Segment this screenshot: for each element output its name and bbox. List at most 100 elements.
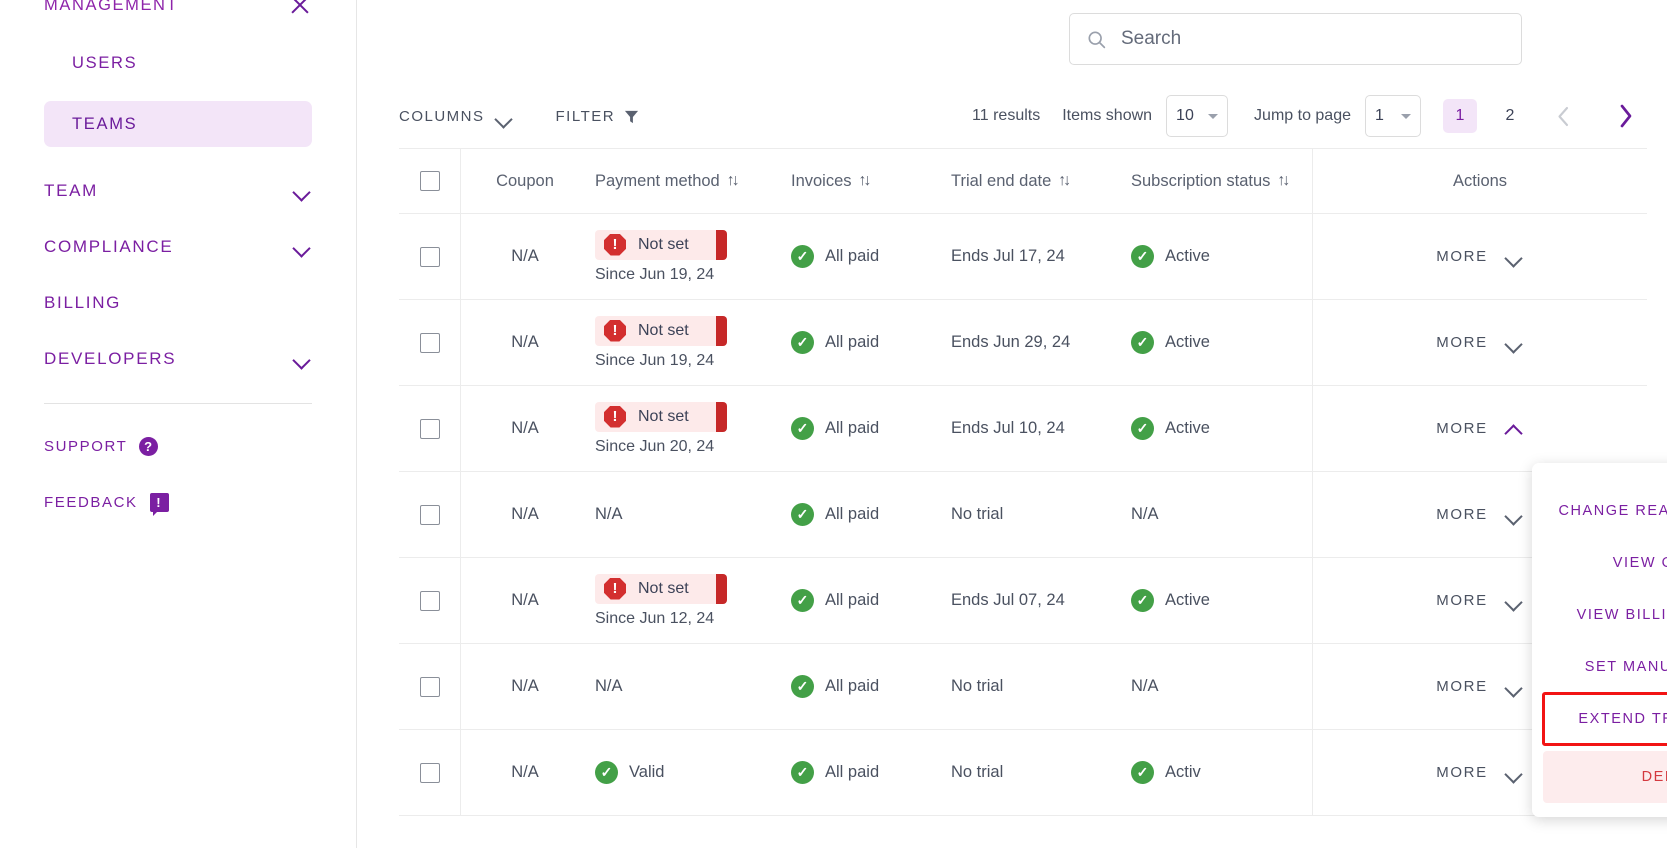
check-icon: ✓ [1131, 589, 1154, 612]
sidebar-item-billing[interactable]: BILLING [44, 275, 312, 331]
more-button[interactable]: MORE [1436, 247, 1523, 267]
invoices-cell: ✓ All paid [785, 386, 945, 471]
search-bar: Search [1069, 13, 1522, 65]
table-row[interactable]: N/A ✓ Valid ✓ All paid No trial ✓ Activ MORE [399, 730, 1647, 816]
sidebar-item-compliance[interactable]: COMPLIANCE [44, 219, 312, 275]
columns-button[interactable]: COLUMNS [399, 108, 514, 125]
sidebar-item-team[interactable]: TEAM [44, 163, 312, 219]
prev-page-button[interactable] [1541, 96, 1585, 136]
payment-method-cell: ! Not set Since Jun 19, 24 [589, 300, 785, 385]
actions-cell[interactable]: MORE [1313, 214, 1647, 299]
invoices-label: All paid [825, 505, 880, 523]
row-select-cell[interactable] [399, 558, 461, 643]
row-select-cell[interactable] [399, 472, 461, 557]
menu-item-set-manual-billing[interactable]: SET MANUAL BILLING [1543, 641, 1667, 693]
row-select-cell[interactable] [399, 644, 461, 729]
more-button[interactable]: MORE [1436, 505, 1523, 525]
search-input[interactable]: Search [1069, 13, 1522, 65]
row-select-cell[interactable] [399, 386, 461, 471]
select-all-checkbox[interactable] [419, 171, 440, 191]
select-all-cell[interactable] [399, 149, 461, 213]
row-select-cell[interactable] [399, 730, 461, 815]
payment-method-cell: ✓ Valid [589, 730, 785, 815]
items-shown-select[interactable]: 10 [1166, 95, 1229, 137]
sidebar: MANAGEMENT USERS TEAMS TEAM COMPLIANCE B… [0, 0, 357, 848]
table-row[interactable]: N/A! Not set Since Jun 19, 24 ✓ All paid Ends… [399, 214, 1647, 300]
invoices-label: All paid [825, 333, 880, 351]
table-row[interactable]: N/A! Not set Since Jun 12, 24 ✓ All paid Ends… [399, 558, 1647, 644]
row-checkbox[interactable] [419, 332, 440, 353]
actions-cell[interactable]: MORE [1313, 300, 1647, 385]
invoices-label: All paid [825, 677, 880, 695]
table-row[interactable]: N/A N/A ✓ All paid No trial N/A MORE [399, 644, 1647, 730]
chevron-down-icon[interactable] [292, 181, 312, 201]
badge-accent-bar [716, 229, 727, 260]
feedback-icon: ! [149, 492, 169, 516]
sidebar-item-users[interactable]: USERS [44, 40, 312, 86]
more-button[interactable]: MORE [1436, 333, 1523, 353]
badge-accent-bar [716, 573, 727, 604]
row-checkbox[interactable] [419, 418, 440, 439]
chevron-down-icon[interactable] [1504, 505, 1524, 525]
more-button[interactable]: MORE [1436, 419, 1523, 439]
column-header-payment-method[interactable]: Payment method ↑↓ [589, 149, 785, 213]
sidebar-item-support[interactable]: SUPPORT ? [44, 418, 312, 474]
menu-item-extend-trail-period[interactable]: EXTEND TRAIL PERIOD [1542, 692, 1667, 746]
column-header-coupon[interactable]: Coupon [461, 149, 589, 213]
row-checkbox[interactable] [419, 246, 440, 267]
chevron-down-icon[interactable] [292, 237, 312, 257]
row-checkbox[interactable] [419, 676, 440, 697]
row-select-cell[interactable] [399, 214, 461, 299]
sort-icon[interactable]: ↑↓ [859, 172, 872, 190]
column-header-invoices[interactable]: Invoices ↑↓ [785, 149, 945, 213]
row-checkbox[interactable] [419, 762, 440, 783]
chevron-down-icon[interactable] [1504, 763, 1524, 783]
row-checkbox[interactable] [419, 504, 440, 525]
trial-end-date-label: Ends Jul 17, 24 [951, 247, 1065, 265]
menu-item-change-read-only-state[interactable]: CHANGE READ-ONLY STATE [1543, 485, 1667, 537]
chevron-up-icon[interactable] [1504, 419, 1524, 439]
row-checkbox[interactable] [419, 590, 440, 611]
trial-end-date-label: Ends Jul 10, 24 [951, 419, 1065, 437]
chevron-down-icon[interactable] [292, 349, 312, 369]
more-button[interactable]: MORE [1436, 677, 1523, 697]
next-page-button[interactable] [1603, 96, 1647, 136]
chevron-down-icon[interactable] [1504, 333, 1524, 353]
page-button-1[interactable]: 1 [1443, 99, 1477, 133]
chevron-down-icon[interactable] [1504, 247, 1524, 267]
chevron-left-icon [1557, 106, 1568, 126]
column-header-trial-end-date[interactable]: Trial end date ↑↓ [945, 149, 1125, 213]
sidebar-item-teams[interactable]: TEAMS [44, 101, 312, 147]
subscription-status-label: Active [1165, 419, 1210, 437]
chevron-down-icon[interactable] [1504, 591, 1524, 611]
page-button-2[interactable]: 2 [1493, 99, 1527, 133]
page-root: MANAGEMENT USERS TEAMS TEAM COMPLIANCE B… [0, 0, 1667, 848]
close-icon[interactable] [288, 0, 312, 17]
sidebar-item-developers[interactable]: DEVELOPERS [44, 331, 312, 387]
actions-cell[interactable]: MORE [1313, 386, 1647, 471]
column-header-subscription-status[interactable]: Subscription status ↑↓ [1125, 149, 1313, 213]
row-select-cell[interactable] [399, 300, 461, 385]
invoices-cell: ✓ All paid [785, 300, 945, 385]
payment-status-label: N/A [595, 677, 623, 695]
table-row[interactable]: N/A! Not set Since Jun 20, 24 ✓ All paid Ends… [399, 386, 1647, 472]
payment-since-label: Since Jun 19, 24 [595, 265, 715, 283]
more-button[interactable]: MORE [1436, 763, 1523, 783]
menu-item-delete[interactable]: DELETE [1543, 751, 1667, 803]
check-icon: ✓ [1131, 417, 1154, 440]
filter-button[interactable]: FILTER [556, 108, 640, 125]
menu-item-view-owners[interactable]: VIEW OWNERS [1543, 537, 1667, 589]
chevron-down-icon[interactable] [1504, 677, 1524, 697]
table-row[interactable]: N/A! Not set Since Jun 19, 24 ✓ All paid Ends… [399, 300, 1647, 386]
sort-icon[interactable]: ↑↓ [727, 172, 740, 190]
sidebar-section-management[interactable]: MANAGEMENT [44, 0, 312, 18]
sidebar-item-feedback[interactable]: FEEDBACK ! [44, 474, 312, 530]
sort-icon[interactable]: ↑↓ [1058, 172, 1071, 190]
alert-icon: ! [604, 405, 626, 428]
table-row[interactable]: N/A N/A ✓ All paid No trial N/A MORE [399, 472, 1647, 558]
sort-icon[interactable]: ↑↓ [1277, 172, 1290, 190]
more-button[interactable]: MORE [1436, 591, 1523, 611]
check-icon: ✓ [791, 331, 814, 354]
menu-item-view-billing-history[interactable]: VIEW BILLING HISTORY [1543, 589, 1667, 641]
jump-to-page-select[interactable]: 1 [1365, 95, 1421, 137]
